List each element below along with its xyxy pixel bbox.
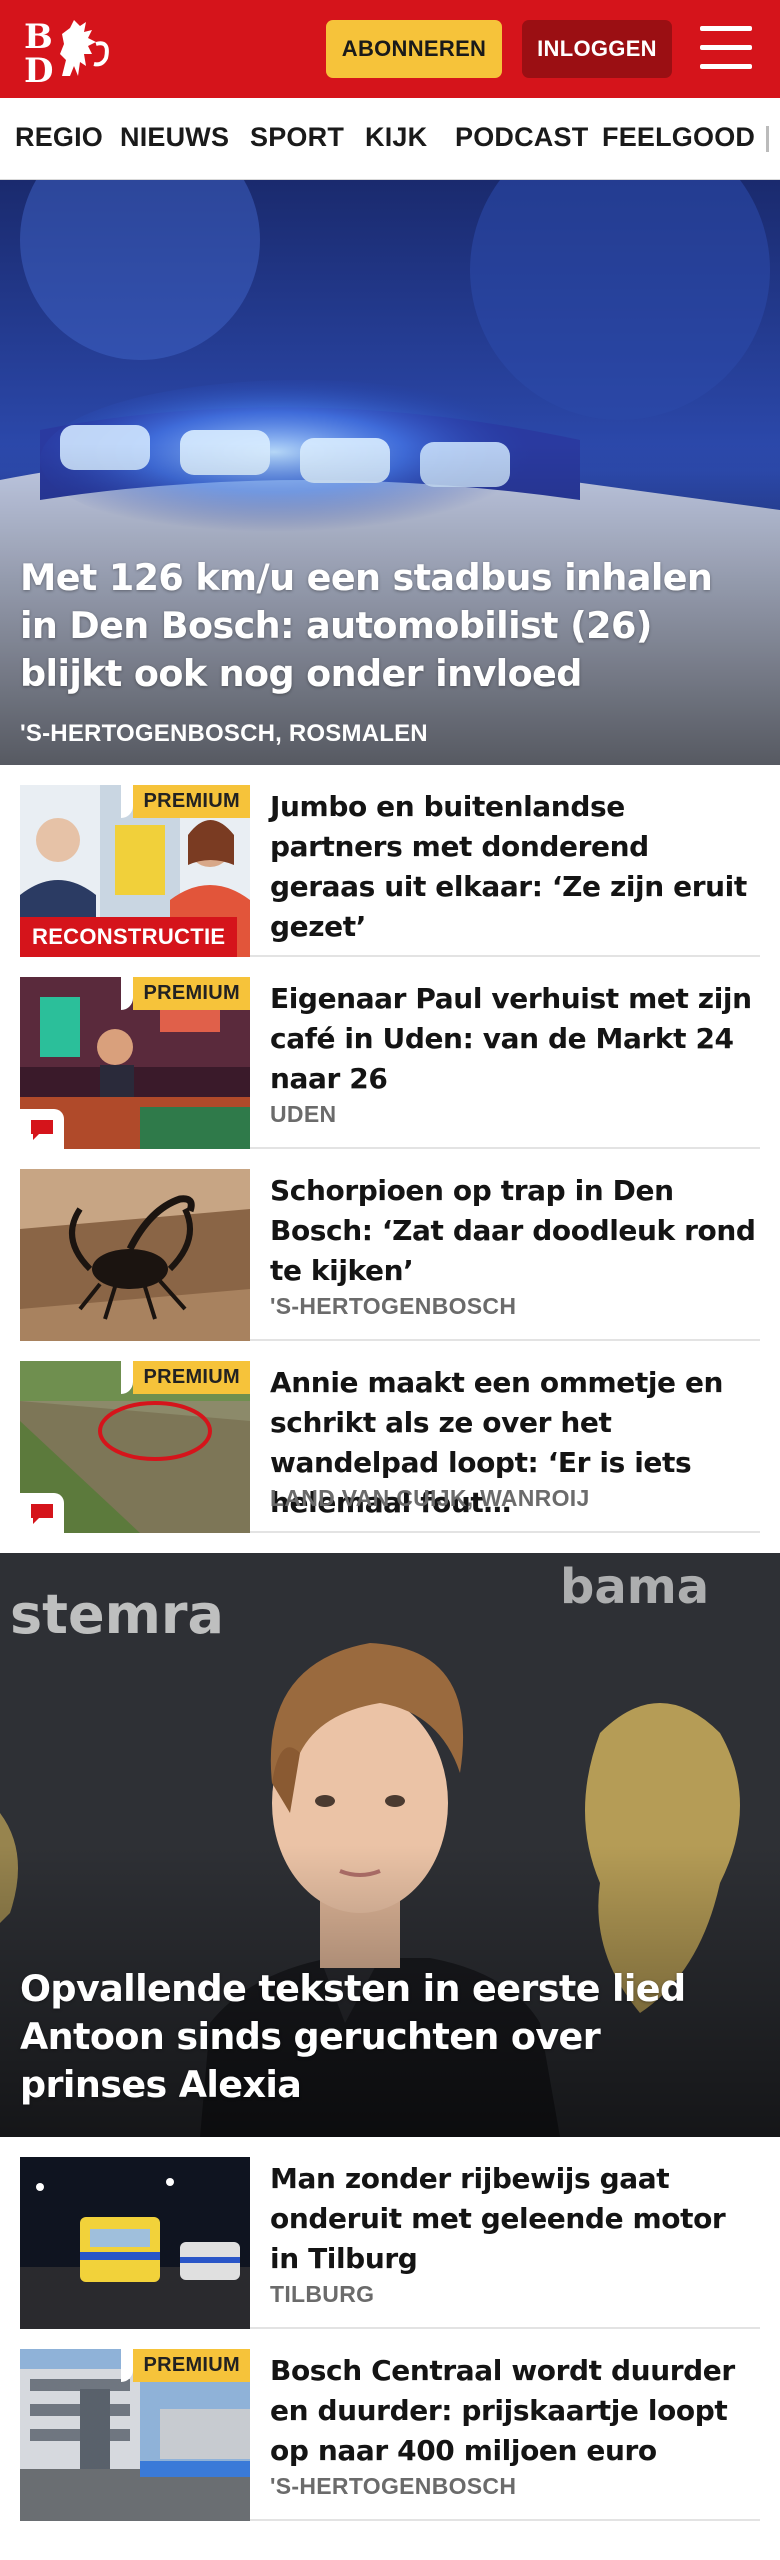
list-item[interactable]: Man zonder rijbewijs gaat onderuit met g… <box>20 2157 760 2329</box>
premium-badge: PREMIUM <box>121 1361 250 1394</box>
article-thumbnail: PREMIUM RECONSTRUCTIE <box>20 785 250 957</box>
reconstructie-label: RECONSTRUCTIE <box>20 917 238 957</box>
list-item[interactable]: PREMIUM Eigenaar Paul verhuist met zijn … <box>20 977 760 1149</box>
article-headline[interactable]: Man zonder rijbewijs gaat onderuit met g… <box>270 2159 760 2279</box>
top-bar: B D ABONNEREN INLOGGEN <box>0 0 780 98</box>
hero-headline[interactable]: Met 126 km/u een stadbus inhalen in Den … <box>20 554 740 698</box>
nav-item-podcast[interactable]: PODCAST <box>455 122 588 153</box>
comment-icon <box>20 1109 64 1149</box>
article-headline[interactable]: Jumbo en buitenlandse partners met donde… <box>270 787 760 947</box>
article-headline[interactable]: Eigenaar Paul verhuist met zijn café in … <box>270 979 760 1099</box>
nav-item-nieuws[interactable]: NIEUWS <box>120 122 229 153</box>
hero-article-police[interactable]: Met 126 km/u een stadbus inhalen in Den … <box>0 180 780 765</box>
article-headline[interactable]: Schorpioen op trap in Den Bosch: ‘Zat da… <box>270 1171 760 1291</box>
section-nav: REGIO NIEUWS SPORT KIJK PODCAST FEELGOOD <box>0 98 780 180</box>
nav-item-regio[interactable]: REGIO <box>15 122 103 153</box>
premium-badge: PREMIUM <box>121 2349 250 2382</box>
bd-logo[interactable]: B D <box>22 14 122 91</box>
comment-icon <box>20 1493 64 1533</box>
nav-item-kijk[interactable]: KIJK <box>365 122 427 153</box>
article-location: LAND VAN CUIJK, WANROIJ <box>270 1485 590 1511</box>
article-thumbnail <box>20 2157 250 2329</box>
hero-article-antoon[interactable]: stemra bama Opvallende teksten in eerste… <box>0 1553 780 2137</box>
nav-overflow-indicator <box>766 126 769 152</box>
nav-item-sport[interactable]: SPORT <box>250 122 344 153</box>
article-location: 'S-HERTOGENBOSCH <box>270 1293 517 1319</box>
login-button[interactable]: INLOGGEN <box>522 20 672 78</box>
svg-text:D: D <box>24 51 53 86</box>
premium-badge: PREMIUM <box>121 785 250 818</box>
list-item[interactable]: PREMIUM RECONSTRUCTIE Jumbo en buitenlan… <box>20 785 760 957</box>
article-location: 'S-HERTOGENBOSCH <box>270 2473 517 2499</box>
hero-headline[interactable]: Opvallende teksten in eerste lied Antoon… <box>20 1965 740 2109</box>
article-thumbnail: PREMIUM <box>20 2349 250 2521</box>
article-thumbnail: PREMIUM <box>20 1361 250 1533</box>
list-item[interactable]: PREMIUM Bosch Centraal wordt duurder en … <box>20 2349 760 2521</box>
nav-item-feelgood[interactable]: FEELGOOD <box>602 122 755 153</box>
list-item[interactable]: Schorpioen op trap in Den Bosch: ‘Zat da… <box>20 1169 760 1341</box>
hero-location: 'S-HERTOGENBOSCH, ROSMALEN <box>20 720 428 747</box>
article-thumbnail <box>20 1169 250 1341</box>
subscribe-button[interactable]: ABONNEREN <box>326 20 502 78</box>
hamburger-icon[interactable] <box>700 26 752 72</box>
article-thumbnail: PREMIUM <box>20 977 250 1149</box>
article-location: UDEN <box>270 1101 337 1127</box>
list-item[interactable]: PREMIUM Annie maakt een ommetje en schri… <box>20 1361 760 1533</box>
article-location: TILBURG <box>270 2281 375 2307</box>
premium-badge: PREMIUM <box>121 977 250 1010</box>
article-headline[interactable]: Bosch Centraal wordt duurder en duurder:… <box>270 2351 760 2471</box>
